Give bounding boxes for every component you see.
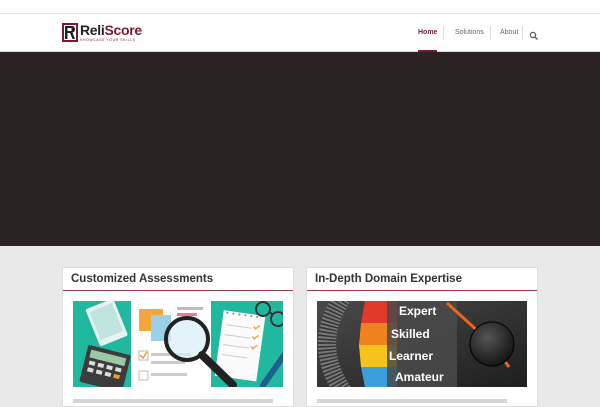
hero-banner xyxy=(0,52,600,246)
card-customized-assessments[interactable]: Customized Assessments xyxy=(62,267,294,407)
card-text-blurred xyxy=(73,398,283,404)
nav-home[interactable]: Home xyxy=(418,14,438,52)
nav-divider xyxy=(443,26,444,40)
site-header: ReliScore SHOWCASE YOUR SKILLS Home Solu… xyxy=(0,14,600,52)
nav-about[interactable]: About xyxy=(500,14,518,52)
gauge-label-expert: Expert xyxy=(399,304,436,318)
nav-divider xyxy=(522,26,523,40)
gauge-label-learner: Learner xyxy=(389,349,433,363)
card-divider xyxy=(63,290,293,291)
card-domain-expertise[interactable]: In-Depth Domain Expertise Expert Skilled… xyxy=(306,267,538,407)
search-icon[interactable] xyxy=(529,28,539,40)
nav-solutions[interactable]: Solutions xyxy=(455,14,484,52)
logo-mark-icon xyxy=(62,23,78,42)
card-title: In-Depth Domain Expertise xyxy=(315,273,462,285)
card-title: Customized Assessments xyxy=(71,273,214,285)
brand-tagline: SHOWCASE YOUR SKILLS xyxy=(80,38,136,42)
gauge-label-amateur: Amateur xyxy=(395,370,444,384)
card-text-blurred xyxy=(317,398,527,404)
nav-divider xyxy=(490,26,491,40)
skill-gauge-illustration: Expert Skilled Learner Amateur xyxy=(317,301,527,387)
card-divider xyxy=(307,290,537,291)
brand-name: ReliScore xyxy=(80,22,142,38)
gauge-label-skilled: Skilled xyxy=(391,327,430,341)
assessment-illustration xyxy=(73,301,283,387)
top-utility-bar xyxy=(0,0,600,14)
logo[interactable]: ReliScore SHOWCASE YOUR SKILLS xyxy=(62,23,142,42)
